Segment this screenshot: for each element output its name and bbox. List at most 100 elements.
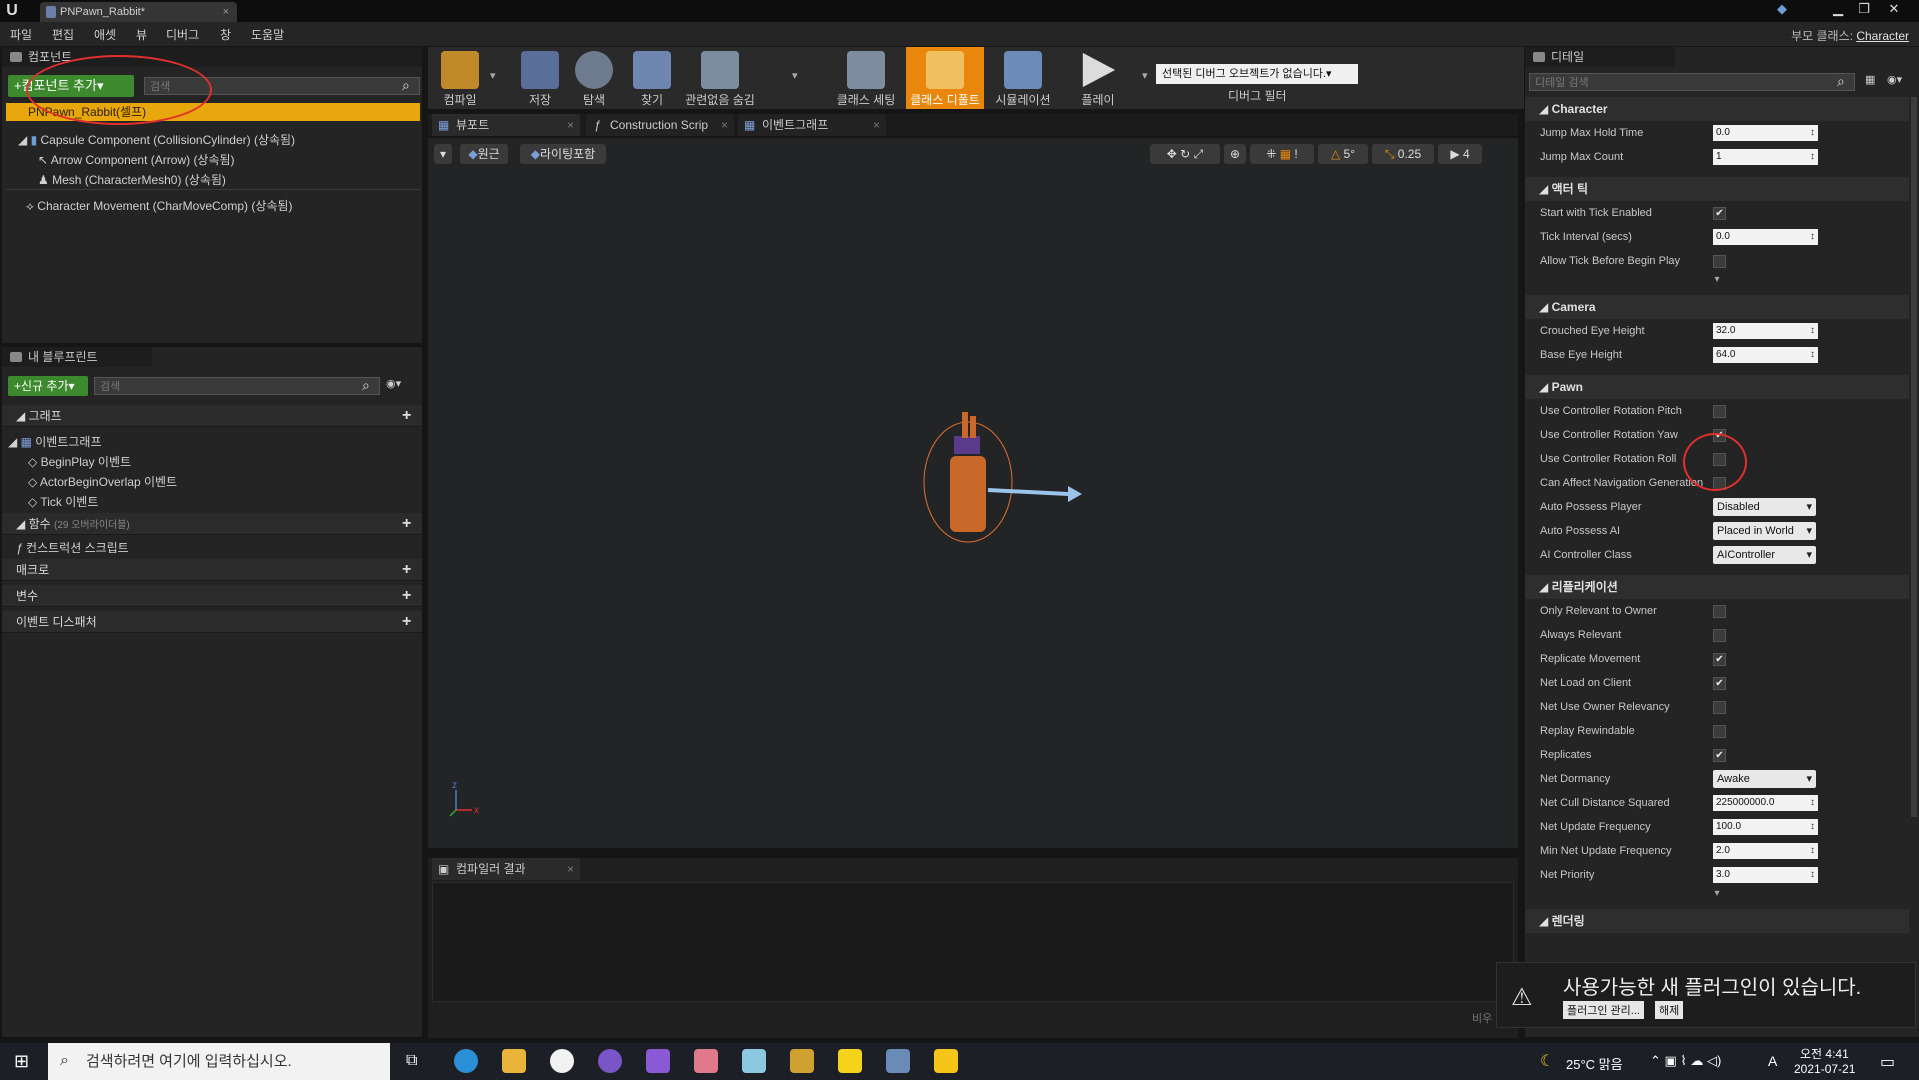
menu-view[interactable]: 뷰: [136, 26, 147, 43]
details-scrollbar[interactable]: [1911, 97, 1917, 817]
component-arrow[interactable]: ↖ Arrow Component (Arrow) (상속됨): [38, 151, 235, 168]
tab-viewport[interactable]: ▦ 뷰포트 ×: [432, 114, 580, 136]
compiler-results-tab[interactable]: ▣ 컴파일러 결과 ×: [432, 858, 580, 880]
add-new-button[interactable]: +신규 추가▾: [8, 376, 88, 396]
find-button[interactable]: 찾기: [620, 47, 684, 109]
ime-indicator[interactable]: A: [1768, 1053, 1777, 1069]
expand-advanced-icon[interactable]: ▾: [1525, 273, 1909, 287]
manage-plugins-button[interactable]: 플러그인 관리...: [1563, 1001, 1644, 1019]
checkbox[interactable]: ✔: [1713, 207, 1726, 220]
component-mesh[interactable]: ♟ Mesh (CharacterMesh0) (상속됨): [38, 171, 226, 188]
paint-icon[interactable]: [694, 1049, 718, 1073]
app-icon[interactable]: [742, 1049, 766, 1073]
number-field[interactable]: 2.0: [1713, 843, 1818, 859]
maximize-button[interactable]: ❐: [1853, 0, 1875, 18]
tray-icons[interactable]: ⌃ ▣ ⌇ ☁ ◁): [1650, 1053, 1721, 1069]
transform-tools[interactable]: ✥ ↻ ⤢: [1150, 144, 1220, 164]
close-icon[interactable]: ×: [567, 858, 574, 880]
grid-snap-tools[interactable]: ⁜ ▦ !: [1250, 144, 1314, 164]
add-macro-icon[interactable]: +: [402, 561, 411, 579]
dropdown[interactable]: Placed in World: [1713, 522, 1816, 540]
tab-event-graph[interactable]: ▦ 이벤트그래프 ×: [738, 114, 886, 136]
number-field[interactable]: 1: [1713, 149, 1818, 165]
functions-section[interactable]: ◢ 함수 (29 오버라이더블): [2, 513, 422, 535]
weather-text[interactable]: 25°C 맑음: [1566, 1054, 1623, 1073]
class-defaults-button[interactable]: 클래스 디폴트: [906, 47, 984, 109]
close-icon[interactable]: ×: [873, 114, 880, 136]
tab-construction-script[interactable]: ƒ Construction Scrip ×: [586, 114, 734, 136]
close-icon[interactable]: ×: [567, 114, 574, 136]
blueprint-search-input[interactable]: 검색: [94, 377, 380, 395]
checkbox[interactable]: ✔: [1713, 677, 1726, 690]
details-category[interactable]: ◢ Camera: [1525, 295, 1909, 319]
parent-class-link[interactable]: Character: [1856, 29, 1909, 43]
viewport-options-icon[interactable]: ▾: [434, 144, 452, 164]
variables-section[interactable]: 변수: [2, 585, 422, 607]
details-category[interactable]: ◢ Pawn: [1525, 375, 1909, 399]
number-field[interactable]: 100.0: [1713, 819, 1818, 835]
minimize-button[interactable]: ▁: [1827, 0, 1849, 18]
perspective-button[interactable]: ◆원근: [460, 144, 508, 164]
calculator-icon[interactable]: [886, 1049, 910, 1073]
close-window-button[interactable]: ✕: [1883, 0, 1905, 18]
number-field[interactable]: 64.0: [1713, 347, 1818, 363]
play-button[interactable]: 플레이: [1066, 47, 1130, 109]
dispatchers-section[interactable]: 이벤트 디스패처: [2, 611, 422, 633]
windows-start-icon[interactable]: ⊞: [14, 1051, 29, 1072]
simulation-button[interactable]: 시뮬레이션: [988, 47, 1058, 109]
checkbox[interactable]: [1713, 405, 1726, 418]
add-variable-icon[interactable]: +: [402, 587, 411, 605]
event-graph-item[interactable]: ◢ ▦ 이벤트그래프: [8, 433, 102, 450]
feedback-icon[interactable]: ◆: [1771, 0, 1793, 18]
eye-icon[interactable]: ◉▾: [386, 377, 401, 390]
task-view-icon[interactable]: ⧉: [406, 1052, 417, 1070]
clock-date[interactable]: 2021-07-21: [1794, 1062, 1855, 1076]
grid-view-icon[interactable]: ▦: [1865, 73, 1875, 86]
tab-pnpawn-rabbit[interactable]: PNPawn_Rabbit* ×: [40, 2, 237, 22]
file-explorer-icon[interactable]: [502, 1049, 526, 1073]
notes-icon[interactable]: [790, 1049, 814, 1073]
lighting-mode-button[interactable]: ◆라이팅포함: [520, 144, 606, 164]
component-movement[interactable]: ⟡ Character Movement (CharMoveComp) (상속됨…: [26, 197, 292, 214]
checkbox[interactable]: ✔: [1713, 749, 1726, 762]
checkbox[interactable]: [1713, 725, 1726, 738]
notification-center-icon[interactable]: ▭: [1880, 1052, 1895, 1072]
viewport[interactable]: ▾ ◆원근 ◆라이팅포함 ✥ ↻ ⤢ ⊕ ⁜ ▦ ! △ 5° ⤡ 0.25 ▶…: [428, 138, 1518, 848]
number-field[interactable]: 3.0: [1713, 867, 1818, 883]
number-field[interactable]: 32.0: [1713, 323, 1818, 339]
hide-unrelated-button[interactable]: 관련없음 숨김: [678, 47, 762, 109]
unreal-icon[interactable]: [550, 1049, 574, 1073]
menu-file[interactable]: 파일: [10, 26, 32, 43]
rotation-snap[interactable]: △ 5°: [1318, 144, 1368, 164]
dropdown[interactable]: Awake: [1713, 770, 1816, 788]
checkbox[interactable]: [1713, 255, 1726, 268]
clock-time[interactable]: 오전 4:41: [1800, 1045, 1849, 1062]
kakaotalk-icon[interactable]: [838, 1049, 862, 1073]
eye-icon[interactable]: ◉▾: [1887, 73, 1902, 86]
menu-help[interactable]: 도움말: [251, 26, 284, 43]
edge-icon[interactable]: [454, 1049, 478, 1073]
checkbox[interactable]: [1713, 605, 1726, 618]
event-tick[interactable]: ◇ Tick 이벤트: [28, 493, 98, 510]
macros-section[interactable]: 매크로: [2, 559, 422, 581]
debug-object-dropdown[interactable]: 선택된 디버그 오브젝트가 없습니다.▾: [1156, 64, 1358, 84]
dismiss-button[interactable]: 해제: [1655, 1001, 1684, 1019]
details-category[interactable]: ◢ 액터 틱: [1525, 177, 1909, 201]
checkbox[interactable]: ✔: [1713, 653, 1726, 666]
event-beginplay[interactable]: ◇ BeginPlay 이벤트: [28, 453, 131, 470]
number-field[interactable]: 0.0: [1713, 229, 1818, 245]
world-local-icon[interactable]: ⊕: [1224, 144, 1246, 164]
menu-edit[interactable]: 편집: [52, 26, 74, 43]
dropdown[interactable]: AIController: [1713, 546, 1816, 564]
tab-close-icon[interactable]: ×: [223, 2, 229, 22]
menu-window[interactable]: 창: [220, 26, 231, 43]
add-graph-icon[interactable]: +: [402, 407, 411, 425]
clear-button[interactable]: 비우: [1472, 1010, 1492, 1026]
graph-section[interactable]: ◢ 그래프: [2, 405, 422, 427]
hide-unrelated-options-icon[interactable]: ▾: [792, 69, 798, 82]
compile-options-icon[interactable]: ▾: [490, 69, 496, 82]
menu-asset[interactable]: 애셋: [94, 26, 116, 43]
add-dispatcher-icon[interactable]: +: [402, 613, 411, 631]
close-icon[interactable]: ×: [721, 114, 728, 136]
class-settings-button[interactable]: 클래스 세팅: [828, 47, 904, 109]
